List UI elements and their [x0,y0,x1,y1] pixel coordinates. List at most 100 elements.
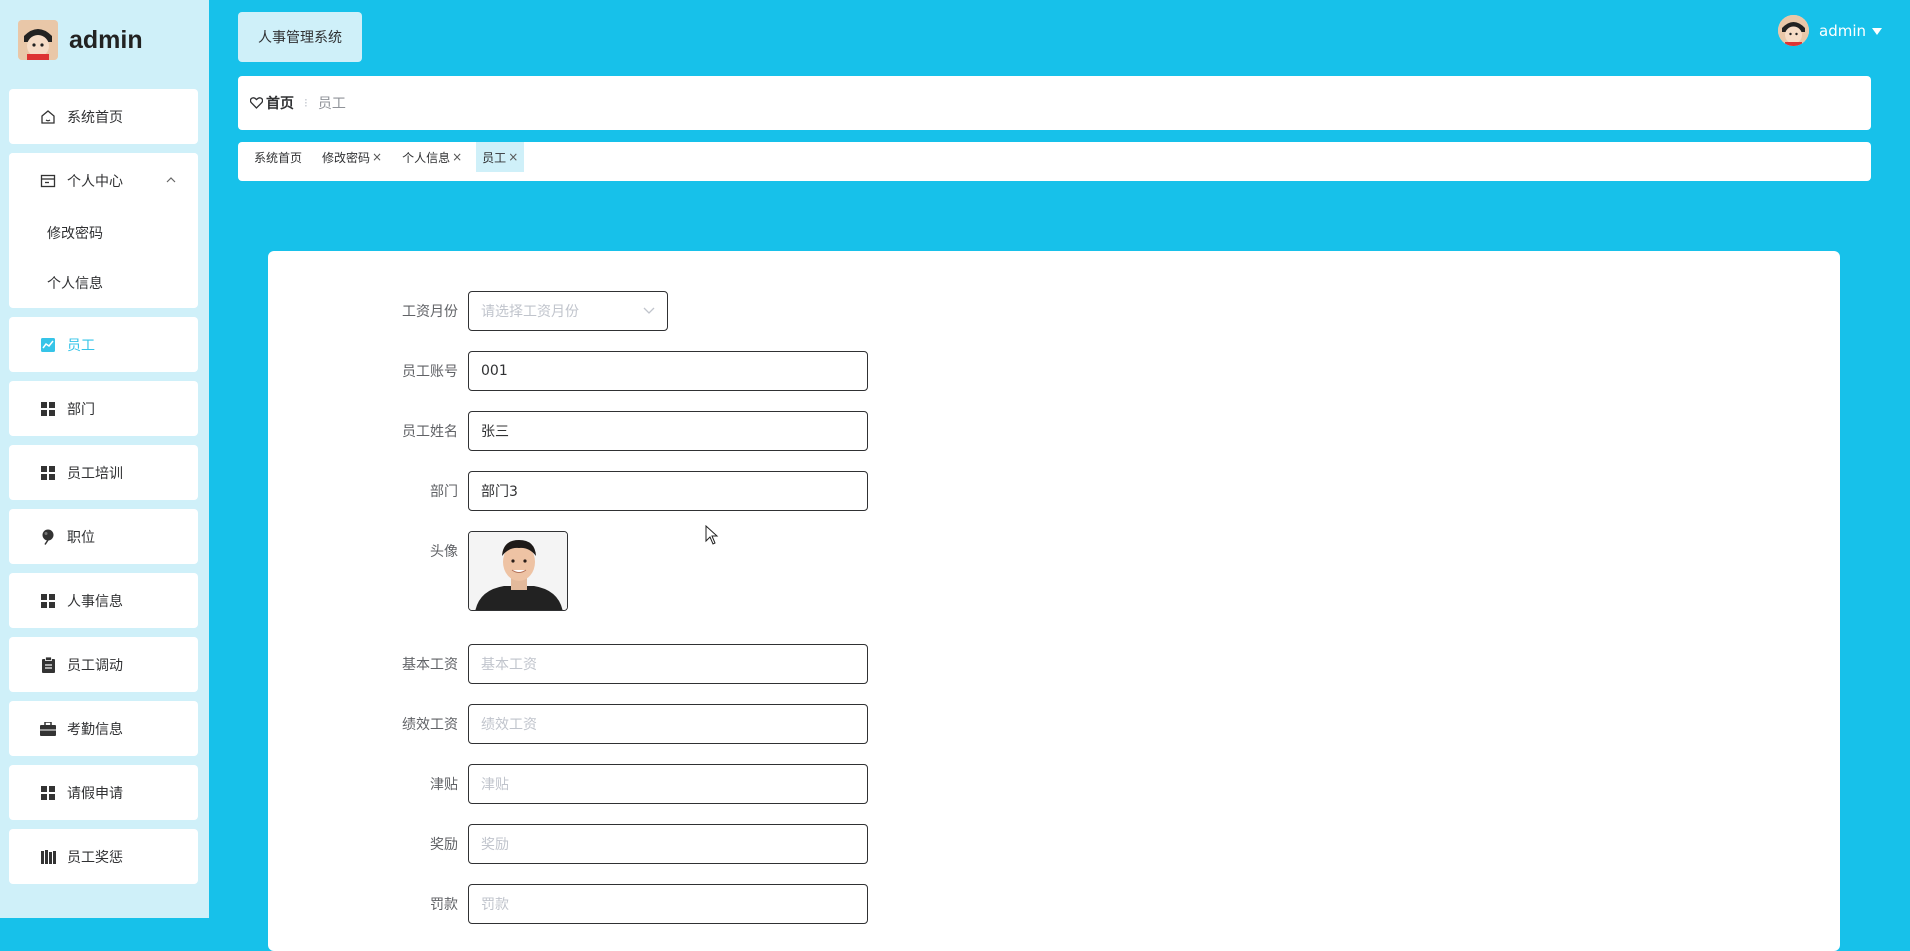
breadcrumb-home-label: 首页 [266,96,294,112]
clipboard-icon [39,656,57,674]
avatar-label: 头像 [430,544,458,560]
sidebar-item-employee[interactable]: 员工 [9,317,198,372]
brand-avatar [18,20,58,60]
base-salary-label: 基本工资 [402,657,458,673]
tag-label: 个人信息 [402,150,451,165]
calendar-icon [39,172,57,190]
form-row-month: 工资月份 请选择工资月份 [268,291,668,331]
close-icon[interactable]: × [372,150,382,164]
briefcase-icon [39,720,57,738]
heart-icon [250,97,263,109]
chevron-up-icon [166,173,176,189]
sidebar-item-transfer[interactable]: 员工调动 [9,637,198,692]
tag-personal-info[interactable]: 个人信息 × [396,142,468,172]
penalty-label: 罚款 [430,897,458,913]
sidebar-subitem-personal-info[interactable]: 个人信息 [9,258,198,308]
grid-icon [39,784,57,802]
month-placeholder: 请选择工资月份 [481,304,579,320]
name-input[interactable]: 张三 [468,411,868,451]
sidebar-item-training[interactable]: 员工培训 [9,445,198,500]
sidebar-item-label: 系统首页 [67,109,123,126]
perf-salary-label: 绩效工资 [402,717,458,733]
close-icon[interactable]: × [508,150,518,164]
home-icon [39,108,57,126]
system-title: 人事管理系统 [238,12,362,62]
account-input[interactable]: 001 [468,351,868,391]
grid-icon [39,592,57,610]
form-row-allowance: 津贴 津贴 [268,764,868,804]
avatar-upload[interactable] [468,531,568,611]
sidebar-item-label: 员工调动 [67,657,123,674]
form-row-name: 员工姓名 张三 [268,411,868,451]
sidebar-item-label: 员工奖惩 [67,849,123,866]
avatar [1778,15,1809,46]
sidebar-item-position[interactable]: 职位 [9,509,198,564]
sidebar: admin 系统首页 个人中心 修改密码 个人信息 员工 部门 员工培训 职位 … [0,0,209,918]
sidebar-menu: 系统首页 个人中心 修改密码 个人信息 员工 部门 员工培训 职位 人事信息 员… [9,89,198,893]
sidebar-item-label: 职位 [67,529,95,546]
chevron-down-icon [643,303,655,319]
user-name: admin [1819,21,1866,40]
avatar-photo [469,532,567,610]
sidebar-item-label: 部门 [67,401,95,418]
sidebar-item-label: 考勤信息 [67,721,123,738]
department-input[interactable]: 部门3 [468,471,868,511]
tag-home[interactable]: 系统首页 [248,142,308,172]
grid-icon [39,464,57,482]
form-row-department: 部门 部门3 [268,471,868,511]
month-select[interactable]: 请选择工资月份 [468,291,668,331]
sidebar-item-personal-center[interactable]: 个人中心 [9,153,198,208]
form-row-penalty: 罚款 罚款 [268,884,868,924]
breadcrumb-home[interactable]: 首页 [250,93,294,113]
breadcrumb: 首页 ⁝ 员工 [238,76,1871,130]
form-row-perf-salary: 绩效工资 绩效工资 [268,704,868,744]
sidebar-item-leave[interactable]: 请假申请 [9,765,198,820]
sidebar-item-label: 员工培训 [67,465,123,482]
account-label: 员工账号 [402,364,458,380]
name-label: 员工姓名 [402,424,458,440]
sidebar-item-home[interactable]: 系统首页 [9,89,198,144]
form-row-base-salary: 基本工资 基本工资 [268,644,868,684]
sidebar-group-personal: 个人中心 修改密码 个人信息 [9,153,198,308]
bonus-input[interactable]: 奖励 [468,824,868,864]
sidebar-item-label: 请假申请 [67,785,123,802]
penalty-input[interactable]: 罚款 [468,884,868,924]
sidebar-item-rewards[interactable]: 员工奖惩 [9,829,198,884]
sidebar-item-label: 员工 [67,337,95,354]
breadcrumb-separator: ⁝ [304,96,308,110]
form-row-bonus: 奖励 奖励 [268,824,868,864]
sidebar-subitem-change-password[interactable]: 修改密码 [9,208,198,258]
base-salary-input[interactable]: 基本工资 [468,644,868,684]
tag-label: 系统首页 [254,150,303,165]
breadcrumb-current: 员工 [317,96,346,112]
caret-down-icon [1872,22,1882,40]
brand-name: admin [69,25,143,54]
close-icon[interactable]: × [452,150,462,164]
tag-change-password[interactable]: 修改密码 × [316,142,388,172]
sidebar-item-department[interactable]: 部门 [9,381,198,436]
form-row-account: 员工账号 001 [268,351,868,391]
mouse-cursor-icon [705,524,719,549]
user-menu[interactable]: admin [1778,15,1882,46]
sidebar-item-hr-info[interactable]: 人事信息 [9,573,198,628]
sidebar-item-attendance[interactable]: 考勤信息 [9,701,198,756]
grid-icon [39,400,57,418]
tags-view: 系统首页 修改密码 × 个人信息 × 员工 × [238,142,1871,181]
month-label: 工资月份 [402,304,458,320]
department-label: 部门 [430,484,458,500]
book-icon [39,848,57,866]
form-card: 工资月份 请选择工资月份 员工账号 001 员工姓名 张三 部门 部门3 头像 [268,251,1840,951]
perf-salary-input[interactable]: 绩效工资 [468,704,868,744]
brand: admin [18,20,143,60]
sidebar-item-label: 个人中心 [67,173,123,190]
allowance-label: 津贴 [430,777,458,793]
pin-icon [39,528,57,546]
tag-label: 修改密码 [322,150,371,165]
bonus-label: 奖励 [430,837,458,853]
tag-employee[interactable]: 员工 × [476,142,525,172]
form-row-avatar: 头像 [268,531,568,611]
tag-label: 员工 [482,150,507,165]
sidebar-item-label: 人事信息 [67,593,123,610]
allowance-input[interactable]: 津贴 [468,764,868,804]
chart-icon [39,336,57,354]
